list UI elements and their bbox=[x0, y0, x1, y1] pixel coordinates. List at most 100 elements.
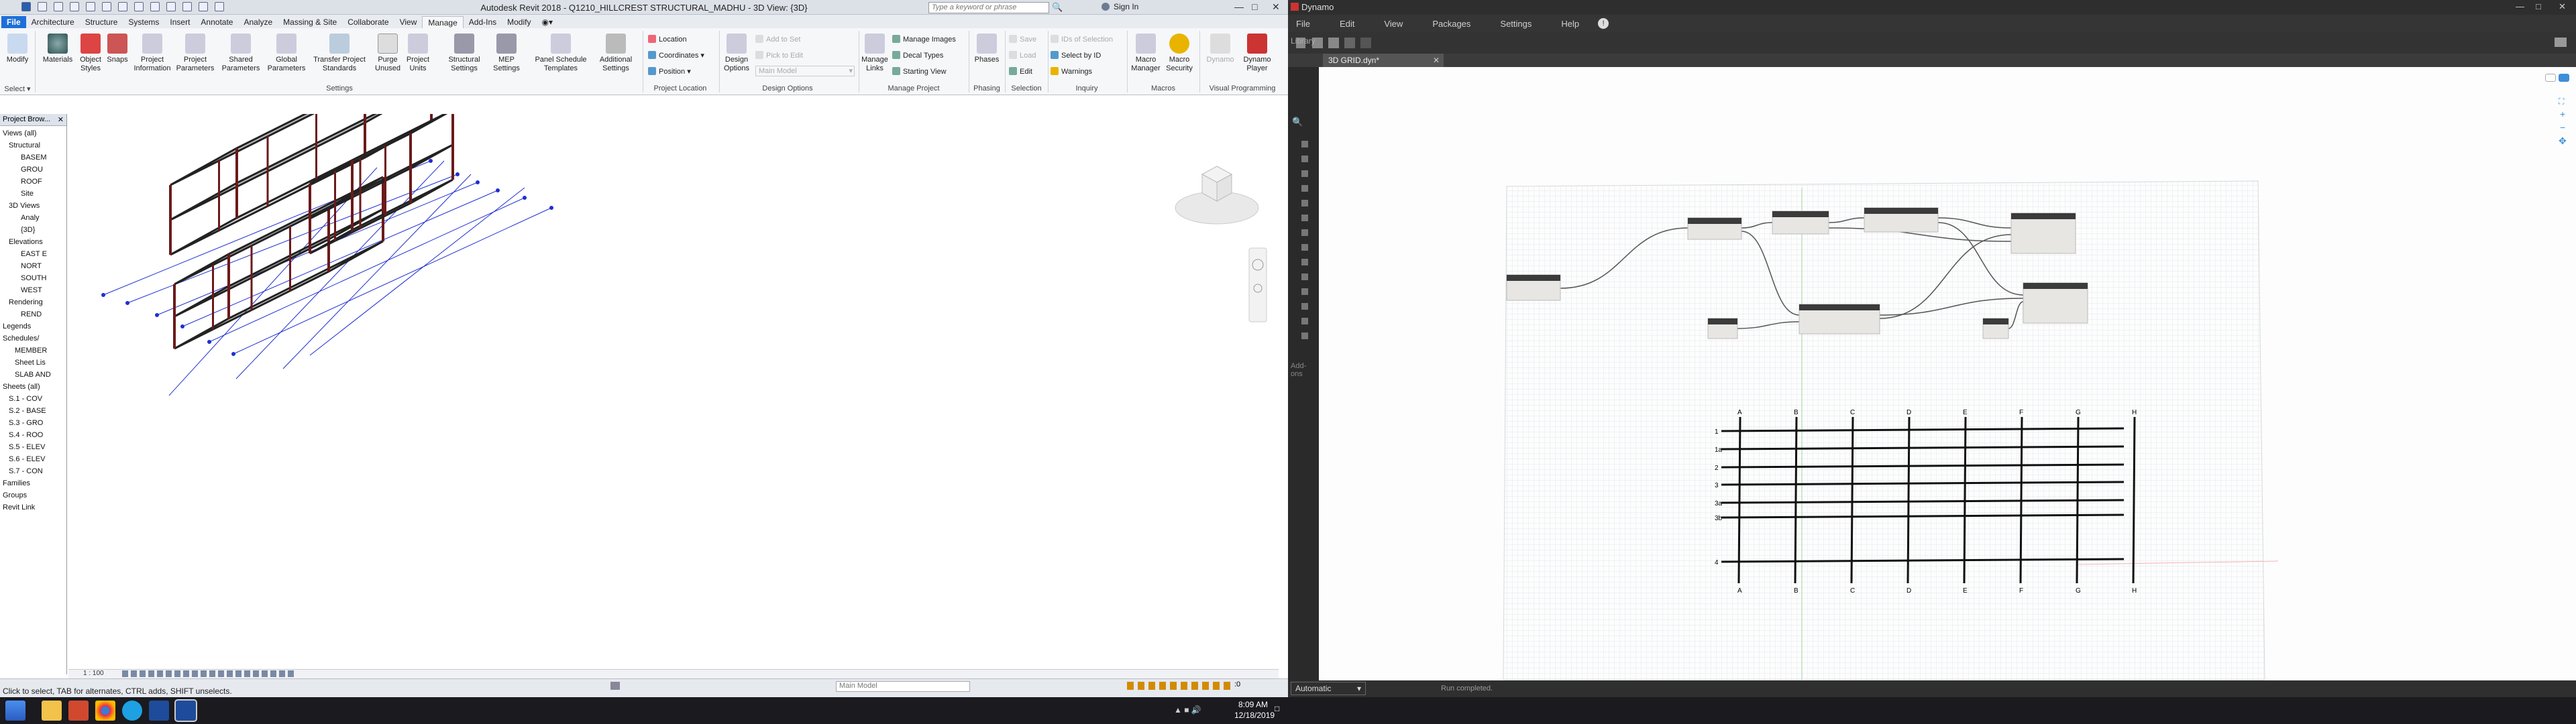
browser-item[interactable]: Rendering bbox=[0, 296, 66, 308]
view-control-icons[interactable] bbox=[122, 670, 297, 677]
tab-manage[interactable]: Manage bbox=[422, 16, 464, 28]
browser-item[interactable]: EAST E bbox=[0, 248, 66, 260]
transfer-standards-button[interactable]: Transfer Project Standards bbox=[307, 34, 372, 73]
maximize-icon[interactable]: □ bbox=[2536, 1, 2541, 11]
maximize-icon[interactable]: □ bbox=[1252, 1, 1257, 12]
tab-annotate[interactable]: Annotate bbox=[195, 16, 238, 28]
library-search-icon[interactable]: 🔍 bbox=[1292, 117, 1303, 127]
library-category-icon[interactable] bbox=[1301, 185, 1308, 192]
graph-node[interactable] bbox=[1799, 304, 1880, 335]
project-browser[interactable]: Project Brow... ✕ Views (all) Structural BA… bbox=[0, 114, 67, 674]
media-icon[interactable] bbox=[68, 701, 89, 721]
workset-icon[interactable] bbox=[610, 682, 620, 690]
revit-taskbar-icon-2[interactable] bbox=[174, 699, 197, 722]
shared-parameters-button[interactable]: Shared Parameters bbox=[219, 34, 263, 73]
filter-count[interactable]: :0 bbox=[1234, 680, 1240, 688]
view-cube[interactable] bbox=[1175, 166, 1259, 225]
browser-item[interactable]: NORT bbox=[0, 260, 66, 272]
library-category-icon[interactable] bbox=[1301, 229, 1308, 236]
decal-types-button[interactable]: Decal Types bbox=[892, 50, 943, 62]
tab-add-ins[interactable]: Add-Ins bbox=[464, 16, 502, 28]
browser-item[interactable]: S.2 - BASE bbox=[0, 405, 66, 417]
dynamo-button[interactable]: Dynamo bbox=[1203, 34, 1237, 64]
graph-node[interactable] bbox=[1864, 207, 1939, 233]
graph-node[interactable] bbox=[1707, 318, 1738, 339]
browser-item[interactable]: S.1 - COV bbox=[0, 393, 66, 405]
global-parameters-button[interactable]: Global Parameters bbox=[264, 34, 309, 73]
close-tab-icon[interactable]: ✕ bbox=[1433, 56, 1440, 65]
browser-item[interactable]: SOUTH bbox=[0, 272, 66, 284]
menu-help[interactable]: Help bbox=[1546, 19, 1594, 29]
browser-item[interactable]: 3D Views bbox=[0, 200, 66, 212]
3d-view-canvas[interactable] bbox=[68, 50, 1279, 669]
clock-time[interactable]: 8:09 AM bbox=[1238, 700, 1268, 709]
start-icon[interactable] bbox=[5, 701, 25, 721]
design-option-status[interactable]: Main Model bbox=[836, 681, 970, 692]
object-styles-button[interactable]: Object Styles bbox=[74, 34, 107, 73]
view-scale[interactable]: 1 : 100 bbox=[83, 670, 104, 677]
user-icon[interactable] bbox=[1102, 3, 1110, 11]
view-controls[interactable]: ⛶ + − ✥ bbox=[2545, 74, 2572, 154]
graph-node[interactable] bbox=[1687, 217, 1742, 240]
position-button[interactable]: Position ▾ bbox=[648, 66, 691, 78]
design-options-button[interactable]: Design Options bbox=[720, 34, 753, 73]
browser-item[interactable]: {3D} bbox=[0, 224, 66, 236]
browser-item[interactable]: Elevations bbox=[0, 236, 66, 248]
warnings-button[interactable]: Warnings bbox=[1051, 66, 1092, 78]
browser-item[interactable]: Views (all) bbox=[0, 127, 66, 139]
browser-item[interactable]: Sheet Lis bbox=[0, 357, 66, 369]
browser-item[interactable]: WEST bbox=[0, 284, 66, 296]
browser-item[interactable]: S.5 - ELEV bbox=[0, 441, 66, 453]
library-category-icon[interactable] bbox=[1301, 303, 1308, 310]
zoom-out-icon[interactable]: − bbox=[2560, 122, 2565, 133]
library-category-icon[interactable] bbox=[1301, 170, 1308, 177]
ribbon-toggle-icon[interactable]: ◉▾ bbox=[536, 16, 558, 28]
browser-item[interactable]: Legends bbox=[0, 320, 66, 333]
tab-analyze[interactable]: Analyze bbox=[238, 16, 278, 28]
file-tab[interactable]: 3D GRID.dyn* ✕ bbox=[1323, 54, 1444, 67]
menu-settings[interactable]: Settings bbox=[1485, 19, 1546, 29]
browser-item[interactable]: BASEM bbox=[0, 152, 66, 164]
navigation-bar[interactable] bbox=[1248, 247, 1267, 322]
browser-item[interactable]: S.4 - ROO bbox=[0, 429, 66, 441]
clock-date[interactable]: 12/18/2019 bbox=[1234, 711, 1275, 720]
macro-security-button[interactable]: Macro Security bbox=[1163, 34, 1195, 73]
selection-load-button[interactable]: Load bbox=[1009, 50, 1036, 62]
graph-node[interactable] bbox=[1506, 274, 1561, 301]
minimize-icon[interactable]: — bbox=[1234, 1, 1244, 12]
explorer-icon[interactable] bbox=[42, 701, 62, 721]
info-icon[interactable]: ! bbox=[1598, 18, 1609, 29]
graph-view-toggle[interactable] bbox=[2559, 74, 2569, 82]
starting-view-button[interactable]: Starting View bbox=[892, 66, 947, 78]
browser-item[interactable]: REND bbox=[0, 308, 66, 320]
browser-item[interactable]: Revit Link bbox=[0, 501, 66, 514]
library-category-icon[interactable] bbox=[1301, 259, 1308, 265]
skype-icon[interactable] bbox=[122, 701, 142, 721]
selection-edit-button[interactable]: Edit bbox=[1009, 66, 1032, 78]
close-icon[interactable]: ✕ bbox=[2559, 1, 2566, 12]
browser-item[interactable]: Sheets (all) bbox=[0, 381, 66, 393]
tab-systems[interactable]: Systems bbox=[123, 16, 164, 28]
chrome-icon[interactable] bbox=[95, 701, 115, 721]
panel-schedule-templates-button[interactable]: Panel Schedule Templates bbox=[530, 34, 592, 73]
menu-view[interactable]: View bbox=[1369, 19, 1417, 29]
browser-item[interactable]: Schedules/ bbox=[0, 333, 66, 345]
library-category-icon[interactable] bbox=[1301, 333, 1308, 339]
redo-icon[interactable] bbox=[1360, 38, 1371, 48]
library-category-icon[interactable] bbox=[1301, 288, 1308, 295]
notification-icon[interactable]: □ bbox=[1275, 704, 1279, 713]
project-information-button[interactable]: Project Information bbox=[129, 34, 176, 73]
zoom-fit-icon[interactable]: ⛶ bbox=[2559, 97, 2564, 107]
tab-structure[interactable]: Structure bbox=[80, 16, 123, 28]
tab-file[interactable]: File bbox=[1, 16, 26, 28]
browser-item[interactable]: Groups bbox=[0, 489, 66, 501]
ids-of-selection-button[interactable]: IDs of Selection bbox=[1051, 34, 1113, 46]
browser-item[interactable]: GROU bbox=[0, 164, 66, 176]
additional-settings-button[interactable]: Additional Settings bbox=[594, 34, 637, 73]
project-browser-tree[interactable]: Views (all) Structural BASEM GROU ROOF Site 3D… bbox=[0, 126, 66, 514]
browser-item[interactable]: Site bbox=[0, 188, 66, 200]
undo-icon[interactable] bbox=[1344, 38, 1355, 48]
browser-item[interactable]: S.7 - CON bbox=[0, 465, 66, 477]
library-category-icon[interactable] bbox=[1301, 156, 1308, 162]
browser-item[interactable]: ROOF bbox=[0, 176, 66, 188]
